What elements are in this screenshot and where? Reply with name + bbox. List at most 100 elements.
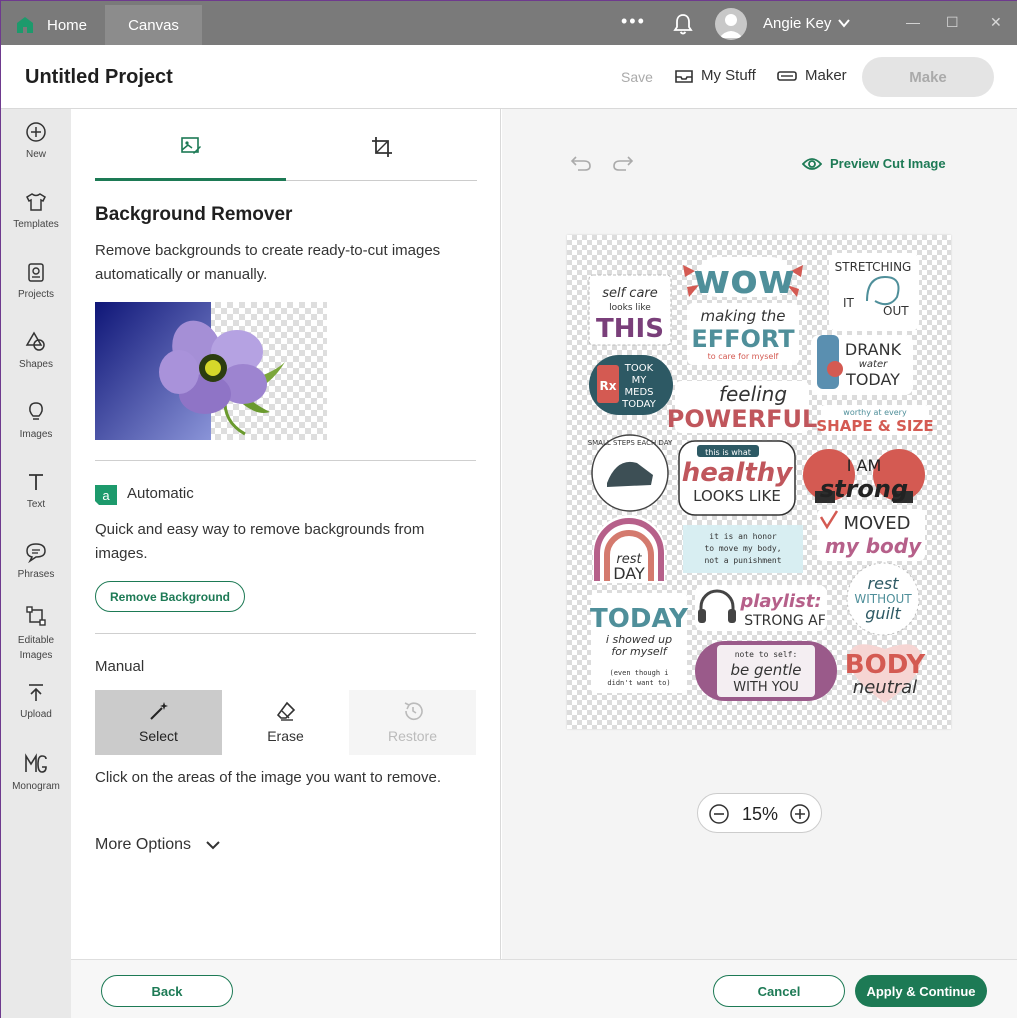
sticker-text: neutral	[853, 677, 917, 698]
rail-item-shapes[interactable]: Shapes	[1, 331, 71, 370]
zoom-out-icon[interactable]	[708, 803, 730, 825]
tab-background-remover[interactable]	[95, 131, 286, 181]
restore-tool-button[interactable]: Restore	[349, 690, 476, 755]
tab-home[interactable]: Home	[15, 5, 87, 45]
sticker-text: feeling	[719, 382, 787, 406]
panel-title: Background Remover	[95, 204, 293, 225]
sticker-text: playlist:	[739, 591, 821, 612]
make-button[interactable]: Make	[862, 57, 994, 97]
user-icon	[719, 14, 743, 38]
home-icon	[17, 17, 33, 33]
sticker-text: EFFORT	[691, 325, 795, 353]
sticker-text: TODAY	[845, 370, 900, 389]
title-bar: Home Canvas ••• Angie Key — ☐ ✕	[1, 1, 1017, 45]
more-options-toggle[interactable]: More Options	[95, 836, 221, 854]
tab-canvas-label: Canvas	[128, 16, 179, 34]
sticker-meds: Rx TOOK MY MEDS TODAY	[589, 355, 673, 415]
manual-description: Click on the areas of the image you want…	[95, 769, 442, 786]
close-button[interactable]: ✕	[990, 14, 1002, 31]
rail-item-editable-images[interactable]: Editable Images	[1, 605, 71, 663]
erase-tool-button[interactable]: Erase	[222, 690, 349, 755]
inbox-icon	[675, 69, 693, 83]
automatic-badge-icon: a	[95, 485, 117, 505]
sticker-text: LOOKS LIKE	[693, 487, 781, 505]
sticker-text: not a punishment	[704, 556, 781, 565]
sticker-text: strong	[820, 475, 908, 503]
maker-label: Maker	[805, 67, 847, 84]
my-stuff-button[interactable]: My Stuff	[675, 67, 756, 84]
bell-icon[interactable]	[673, 13, 693, 35]
canvas-area: Preview Cut Image self care looks like T…	[502, 109, 1017, 959]
chevron-down-icon[interactable]	[837, 16, 851, 30]
sticker-text: SMALL STEPS EACH DAY	[588, 439, 673, 447]
save-button[interactable]: Save	[621, 69, 653, 85]
upload-icon	[29, 684, 43, 701]
rail-item-text[interactable]: Text	[1, 471, 71, 510]
undo-icon[interactable]	[570, 155, 592, 171]
sticker-today-showed-up: TODAY i showed up for myself (even thoug…	[590, 593, 689, 693]
cancel-button[interactable]: Cancel	[713, 975, 845, 1007]
sticker-text: it is an honor	[709, 532, 777, 541]
tab-home-label: Home	[47, 16, 88, 34]
rail-item-templates[interactable]: Templates	[1, 191, 71, 230]
page-title: Untitled Project	[25, 66, 173, 88]
plus-circle-icon	[26, 122, 46, 142]
erase-tool-label: Erase	[267, 728, 304, 744]
sticker-shape-size: worthy at every SHAPE & SIZE	[816, 405, 934, 435]
rail-item-label: New	[25, 149, 46, 160]
sticker-text: POWERFUL	[667, 405, 818, 433]
sticker-text: Rx	[600, 379, 617, 393]
rail-item-phrases[interactable]: Phrases	[1, 541, 71, 580]
sticker-text: I AM	[847, 456, 882, 475]
sticker-body-neutral: BODY neutral	[845, 644, 926, 703]
automatic-label: Automatic	[127, 485, 194, 502]
magic-wand-icon	[149, 702, 168, 720]
user-name[interactable]: Angie Key	[763, 15, 831, 32]
apply-continue-button[interactable]: Apply & Continue	[855, 975, 987, 1007]
machine-icon	[777, 70, 797, 81]
sticker-text: STRETCHING	[835, 260, 912, 274]
sticker-text: rest	[867, 574, 899, 593]
rail-item-label: Shapes	[19, 359, 53, 370]
sticker-sheet-canvas[interactable]: self care looks like THIS wow STRETCHING…	[567, 235, 951, 729]
rail-item-label: Phrases	[17, 569, 55, 580]
rail-item-images[interactable]: Images	[1, 401, 71, 440]
sticker-be-gentle: note to self: be gentle WITH YOU	[695, 641, 837, 701]
sticker-small-steps: SMALL STEPS EACH DAY	[588, 434, 673, 512]
back-button[interactable]: Back	[101, 975, 233, 1007]
remove-background-button[interactable]: Remove Background	[95, 581, 245, 612]
preview-cut-image-button[interactable]: Preview Cut Image	[802, 156, 946, 171]
sticker-text: looks like	[609, 303, 651, 313]
sticker-text: making the	[700, 307, 785, 325]
zoom-in-icon[interactable]	[789, 803, 811, 825]
sticker-drank-water: DRANK water TODAY	[811, 335, 913, 395]
tab-canvas[interactable]: Canvas	[105, 5, 202, 45]
sticker-text: be gentle	[730, 661, 801, 679]
select-tool-button[interactable]: Select	[95, 690, 222, 755]
maker-button[interactable]: Maker	[777, 67, 847, 84]
sticker-text: MY	[632, 375, 648, 386]
sticker-strong: I AM strong	[803, 449, 925, 503]
rail-item-monogram[interactable]: Monogram	[1, 753, 71, 792]
more-menu-icon[interactable]: •••	[621, 11, 646, 32]
sticker-text: OUT	[883, 304, 909, 318]
rail-item-upload[interactable]: Upload	[1, 681, 71, 720]
maximize-button[interactable]: ☐	[946, 14, 959, 31]
project-header: Untitled Project Save My Stuff Maker Mak…	[1, 45, 1017, 109]
restore-history-icon	[404, 702, 423, 721]
sticker-text: this is what	[705, 448, 751, 457]
rail-item-projects[interactable]: Projects	[1, 261, 71, 300]
sticker-playlist: playlist: STRONG AF	[695, 585, 827, 631]
rail-item-label: Text	[26, 499, 46, 510]
manual-label: Manual	[95, 658, 145, 675]
avatar[interactable]	[715, 8, 747, 40]
rail-item-new[interactable]: New	[1, 121, 71, 160]
chevron-down-icon	[206, 841, 220, 850]
minimize-button[interactable]: —	[906, 14, 920, 30]
speech-bubble-icon	[26, 543, 46, 563]
redo-icon[interactable]	[612, 155, 634, 171]
shapes-icon	[25, 331, 45, 351]
rail-item-label: Monogram	[12, 781, 60, 792]
tab-crop[interactable]	[286, 131, 477, 181]
sticker-text: WITH YOU	[733, 680, 799, 695]
